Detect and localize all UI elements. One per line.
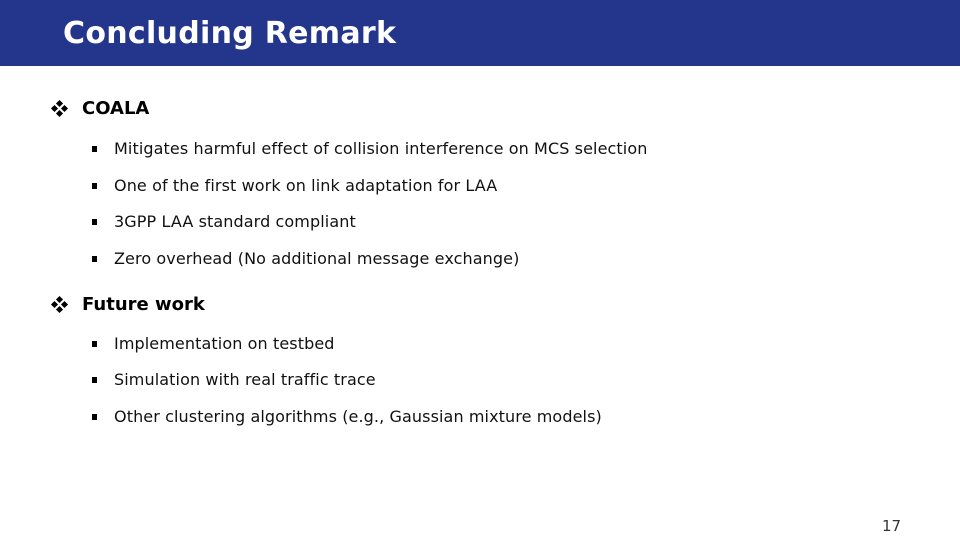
page-number: 17 [882, 517, 902, 535]
list-item-text: Zero overhead (No additional message exc… [114, 249, 520, 268]
list-item: Mitigates harmful effect of collision in… [92, 139, 647, 159]
list-item: Other clustering algorithms (e.g., Gauss… [92, 407, 602, 427]
list-item-text: Other clustering algorithms (e.g., Gauss… [114, 407, 602, 426]
section-future-work: Future work [50, 294, 205, 316]
section-coala: COALA [50, 98, 150, 120]
diamond-bullet-icon [50, 295, 69, 314]
square-bullet-icon [92, 146, 97, 152]
list-item-text: Implementation on testbed [114, 334, 335, 353]
list-item: Zero overhead (No additional message exc… [92, 249, 519, 269]
section-heading: COALA [82, 98, 150, 119]
square-bullet-icon [92, 414, 97, 420]
square-bullet-icon [92, 183, 97, 189]
list-item-text: Simulation with real traffic trace [114, 370, 376, 389]
list-item-text: One of the first work on link adaptation… [114, 176, 498, 195]
list-item: Simulation with real traffic trace [92, 370, 376, 390]
square-bullet-icon [92, 219, 97, 225]
list-item-text: 3GPP LAA standard compliant [114, 212, 356, 231]
list-item: Implementation on testbed [92, 334, 335, 354]
square-bullet-icon [92, 341, 97, 347]
list-item-text: Mitigates harmful effect of collision in… [114, 139, 648, 158]
list-item: 3GPP LAA standard compliant [92, 212, 356, 232]
section-heading: Future work [82, 294, 205, 315]
square-bullet-icon [92, 256, 97, 262]
list-item: One of the first work on link adaptation… [92, 176, 497, 196]
slide-title: Concluding Remark [63, 16, 397, 51]
square-bullet-icon [92, 377, 97, 383]
diamond-bullet-icon [50, 99, 69, 118]
title-bar: Concluding Remark [0, 0, 960, 66]
